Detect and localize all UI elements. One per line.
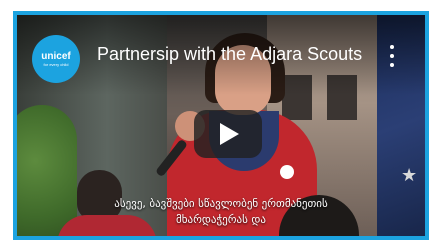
menu-dot	[390, 45, 394, 49]
flag-star-icon: ★	[401, 165, 418, 186]
subtitle-line-2: მხარდაჭერას და	[176, 213, 266, 226]
video-subtitle: ასევე, ბავშვები სწავლობენ ერთმანეთის მხა…	[17, 196, 425, 228]
play-button[interactable]	[194, 110, 262, 158]
logo-tagline: for every child	[43, 62, 69, 67]
menu-dot	[390, 54, 394, 58]
video-title[interactable]: Partnersip with the Adjara Scouts	[97, 44, 373, 65]
video-player[interactable]: ★ unicef for every child Partnersip with…	[17, 15, 425, 236]
play-icon	[220, 123, 239, 145]
video-embed-frame: ★ unicef for every child Partnersip with…	[13, 11, 429, 240]
channel-logo[interactable]: unicef for every child	[32, 35, 80, 83]
subtitle-line-1: ასევე, ბავშვები სწავლობენ ერთმანეთის	[114, 197, 328, 210]
more-vert-icon[interactable]	[386, 45, 398, 67]
menu-dot	[390, 63, 394, 67]
logo-text: unicef	[41, 51, 71, 62]
uniform-badge	[280, 165, 294, 179]
